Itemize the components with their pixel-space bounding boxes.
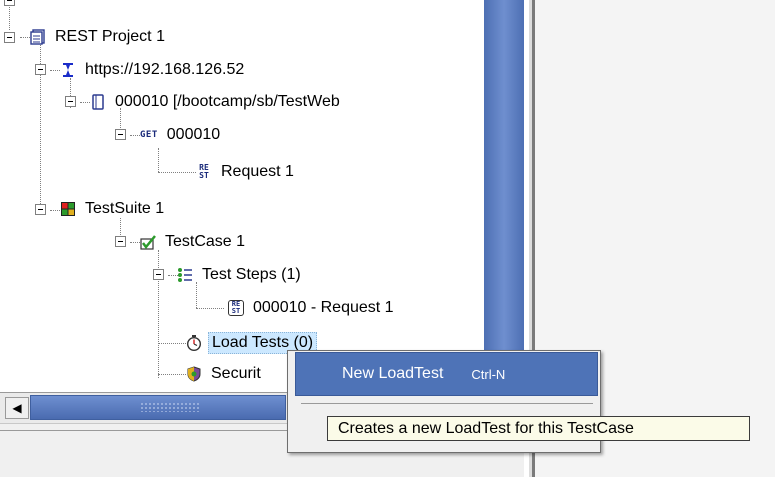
resource-icon — [90, 94, 106, 110]
tree-node-label: Test Steps (1) — [202, 266, 301, 283]
tree-node-security[interactable]: Securit — [186, 361, 264, 387]
tree-node-label: 000010 - Request 1 — [253, 299, 394, 316]
tree-node-label: Request 1 — [221, 163, 294, 180]
get-method-icon: GET — [140, 130, 158, 140]
testsuite-icon — [60, 201, 76, 217]
tree-node-label: REST Project 1 — [55, 28, 165, 45]
menu-item-shortcut: Ctrl-N — [471, 366, 506, 382]
tooltip: Creates a new LoadTest for this TestCase — [327, 416, 750, 441]
security-shield-icon — [186, 366, 202, 382]
menu-item-label: New LoadTest — [342, 365, 444, 382]
testcase-icon — [140, 234, 156, 250]
tree-connector — [196, 308, 224, 309]
tree-connector — [130, 242, 140, 243]
tree-node-endpoint[interactable]: https://192.168.126.52 — [60, 57, 247, 83]
navigator-tree[interactable]: REST Project 1 https://192.168.126.52 00… — [0, 0, 484, 392]
tree-node-teststep-request[interactable]: RE ST 000010 - Request 1 — [228, 295, 397, 321]
teststeps-icon — [177, 267, 193, 283]
collapse-toggle[interactable] — [35, 64, 46, 75]
tree-connector — [158, 148, 159, 172]
stopwatch-icon — [186, 335, 202, 352]
rest-badge-bottom: ST — [199, 171, 209, 180]
collapse-toggle[interactable] — [4, 32, 15, 43]
tree-connector — [158, 172, 196, 173]
project-icon — [30, 29, 46, 45]
tree-node-request[interactable]: RE ST Request 1 — [196, 159, 297, 185]
menu-separator — [301, 403, 593, 404]
tree-connector — [130, 135, 140, 136]
rest-request-icon: RE ST — [196, 164, 212, 180]
endpoint-icon — [60, 62, 76, 78]
tree-node-label: TestSuite 1 — [85, 200, 165, 217]
collapse-toggle[interactable] — [35, 204, 46, 215]
teststep-request-icon: RE ST — [228, 300, 244, 316]
rest-badge-bottom: ST — [231, 307, 241, 315]
tree-node-label: 000010 — [166, 126, 221, 143]
menu-item-new-loadtest[interactable]: New LoadTest Ctrl-N — [295, 352, 598, 396]
tree-connector — [158, 374, 186, 375]
tree-connector — [20, 37, 30, 38]
collapse-toggle[interactable] — [65, 96, 76, 107]
tree-connector — [158, 343, 186, 344]
tree-node-label: Securit — [211, 365, 261, 382]
tree-connector — [50, 70, 60, 71]
tree-node-label: TestCase 1 — [165, 233, 246, 250]
collapse-toggle[interactable] — [153, 269, 164, 280]
tree-connector — [50, 210, 60, 211]
tree-node-testsuite[interactable]: TestSuite 1 — [60, 196, 167, 222]
scroll-left-arrow-icon[interactable]: ◀ — [5, 397, 29, 419]
tree-connector — [80, 102, 90, 103]
tree-node-method[interactable]: GET 000010 — [140, 122, 223, 148]
collapse-toggle[interactable] — [115, 236, 126, 247]
vertical-scrollbar-thumb[interactable] — [484, 0, 524, 392]
tree-node-label: 000010 [/bootcamp/sb/TestWeb — [115, 93, 340, 110]
collapse-toggle[interactable] — [4, 0, 15, 6]
tree-node-project[interactable]: REST Project 1 — [30, 24, 168, 50]
scroll-grip — [140, 402, 200, 412]
tree-node-testcase[interactable]: TestCase 1 — [140, 229, 248, 255]
tree-node-label: https://192.168.126.52 — [85, 61, 245, 78]
collapse-toggle[interactable] — [115, 129, 126, 140]
tree-node-resource[interactable]: 000010 [/bootcamp/sb/TestWeb — [90, 89, 343, 115]
tree-node-teststeps[interactable]: Test Steps (1) — [177, 262, 304, 288]
